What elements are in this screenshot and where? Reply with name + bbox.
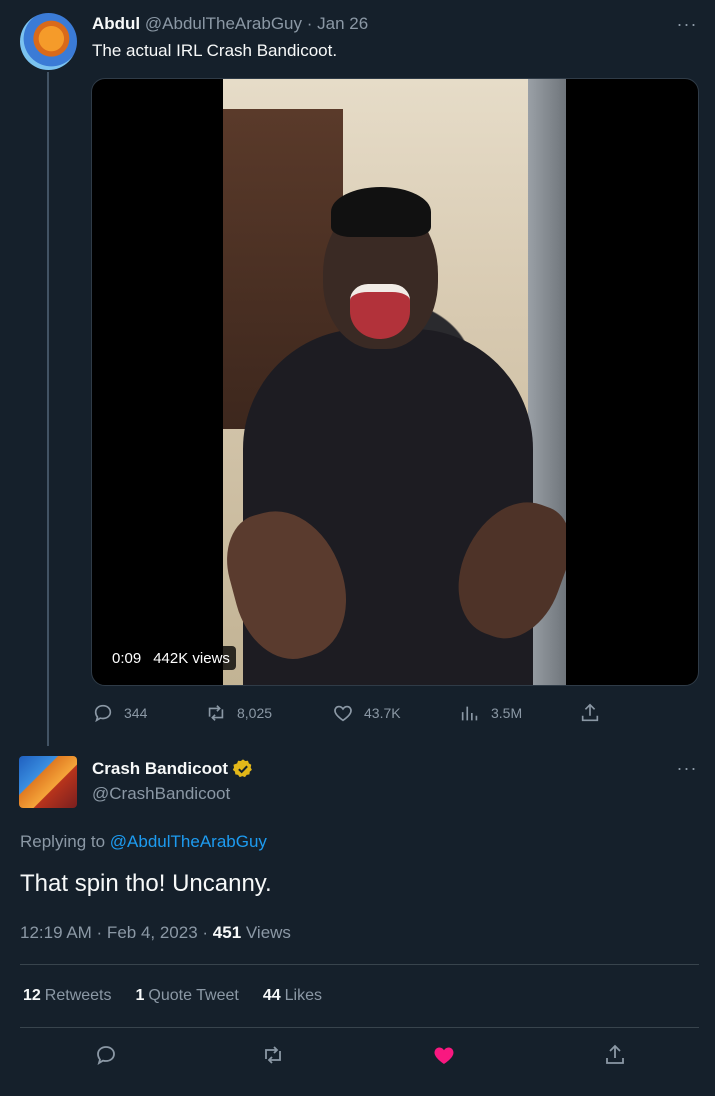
- tweet2-author-name[interactable]: Crash Bandicoot: [92, 759, 228, 779]
- retweet-button[interactable]: [259, 1041, 287, 1069]
- tweet1-header: Abdul @AbdulTheArabGuy · Jan 26: [92, 14, 368, 34]
- like-icon: [334, 705, 352, 722]
- separator-dot: ·: [306, 14, 313, 33]
- video-duration: 0:09: [112, 649, 142, 667]
- divider: [20, 964, 699, 965]
- share-icon: [581, 703, 599, 722]
- more-icon: ···: [676, 13, 698, 34]
- tweet2-author-handle[interactable]: @CrashBandicoot: [92, 784, 230, 804]
- reply-button[interactable]: 344: [92, 702, 147, 724]
- likes-count: 44: [262, 987, 281, 1004]
- like-count: 43.7K: [364, 705, 401, 721]
- share-button[interactable]: [601, 1041, 629, 1069]
- divider: [20, 1027, 699, 1028]
- replying-to: Replying to @AbdulTheArabGuy: [20, 832, 267, 852]
- views-button[interactable]: 3.5M: [459, 702, 522, 724]
- avatar-abdul[interactable]: [20, 13, 77, 70]
- video-person-hair: [331, 187, 431, 237]
- retweet-icon: [265, 1046, 281, 1064]
- likes-stat[interactable]: 44 Likes: [263, 987, 322, 1005]
- retweet-count: 8,025: [237, 705, 273, 721]
- retweet-icon: [208, 705, 224, 721]
- retweets-count: 12: [23, 987, 41, 1004]
- views-count: 3.5M: [491, 705, 523, 721]
- video-views: 442K views: [153, 649, 230, 667]
- tweet1-more-button[interactable]: ···: [675, 13, 699, 34]
- reply-icon: [94, 704, 112, 723]
- tweet2-stats: 12 Retweets 1 Quote Tweet 44 Likes: [23, 987, 322, 1005]
- tweet1-text: The actual IRL Crash Bandicoot.: [92, 41, 338, 60]
- video-person-mouth: [350, 284, 410, 339]
- more-icon: ···: [676, 757, 698, 778]
- retweets-label: Retweets: [44, 987, 112, 1004]
- like-button[interactable]: 43.7K: [332, 702, 401, 724]
- replying-to-link[interactable]: @AbdulTheArabGuy: [110, 832, 267, 851]
- tweet2-text: That spin tho! Uncanny.: [20, 870, 272, 897]
- reply-count: 344: [124, 705, 148, 721]
- tweet1-video[interactable]: [91, 78, 699, 686]
- tweet2-author[interactable]: Crash Bandicoot: [92, 758, 254, 780]
- verified-badge-icon: [232, 759, 252, 778]
- share-button[interactable]: [579, 702, 601, 724]
- quotes-label: Quote Tweet: [148, 987, 239, 1004]
- likes-label: Likes: [284, 987, 322, 1004]
- retweet-button[interactable]: 8,025: [205, 702, 272, 724]
- tweet1-author-name[interactable]: Abdul: [92, 14, 140, 33]
- quotes-count: 1: [135, 987, 145, 1004]
- reply-icon: [97, 1046, 115, 1065]
- tweet2-view-count: 451: [212, 923, 242, 942]
- thread-line: [47, 72, 49, 746]
- replying-prefix: Replying to: [20, 832, 106, 851]
- tweet2-more-button[interactable]: ···: [675, 757, 699, 778]
- quote-tweets-stat[interactable]: 1 Quote Tweet: [136, 987, 239, 1005]
- tweet2-timestamp[interactable]: 12:19 AM · Feb 4, 2023 ·: [20, 923, 213, 942]
- reply-button[interactable]: [92, 1041, 120, 1069]
- retweets-stat[interactable]: 12 Retweets: [23, 987, 112, 1005]
- tweet2-meta: 12:19 AM · Feb 4, 2023 · 451 Views: [20, 923, 291, 943]
- like-button[interactable]: [430, 1041, 458, 1069]
- video-frame: [223, 79, 566, 685]
- tweet1-author-handle[interactable]: @AbdulTheArabGuy: [145, 14, 302, 33]
- avatar-crash[interactable]: [19, 756, 77, 808]
- views-icon: [461, 706, 478, 721]
- like-filled-icon: [434, 1047, 454, 1064]
- video-badge: 0:09 442K views: [106, 646, 236, 670]
- tweet1-date[interactable]: Jan 26: [317, 14, 368, 33]
- share-icon: [606, 1044, 624, 1064]
- tweet2-view-label: Views: [241, 923, 291, 942]
